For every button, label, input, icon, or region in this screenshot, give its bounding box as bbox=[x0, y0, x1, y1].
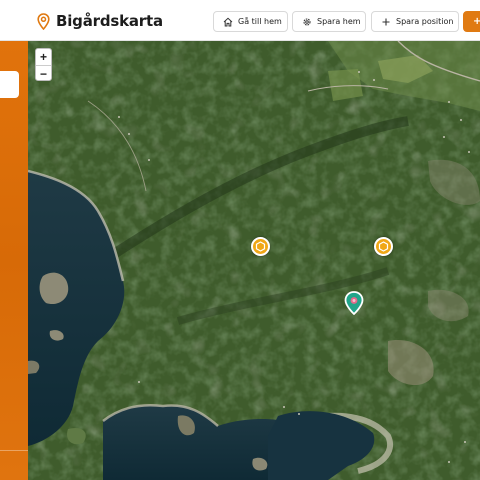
zoom-out-button[interactable]: − bbox=[36, 66, 51, 82]
home-pin-icon bbox=[344, 291, 364, 316]
home-icon bbox=[223, 17, 233, 26]
hive-marker[interactable] bbox=[374, 237, 393, 256]
gear-icon bbox=[303, 17, 311, 26]
go-home-label: Gå till hem bbox=[238, 17, 282, 26]
sidebar-divider bbox=[0, 450, 28, 451]
sidebar-panel: p bbox=[0, 41, 28, 480]
save-position-label: Spara position bbox=[396, 17, 454, 26]
hexagon-icon bbox=[255, 241, 266, 252]
satellite-imagery bbox=[28, 41, 480, 480]
location-pin-icon bbox=[37, 12, 50, 30]
zoom-in-button[interactable]: + bbox=[36, 49, 51, 65]
sidebar-input[interactable] bbox=[0, 71, 19, 98]
plus-icon bbox=[382, 18, 390, 25]
app-title: Bigårdskarta bbox=[56, 12, 163, 30]
save-home-label: Spara hem bbox=[317, 17, 361, 26]
home-marker[interactable] bbox=[344, 291, 364, 316]
go-home-button[interactable]: Gå till hem bbox=[213, 11, 288, 32]
zoom-control: + − bbox=[35, 48, 52, 81]
app-header: Bigårdskarta Gå till hem Spara hem Spara… bbox=[0, 0, 480, 41]
hive-marker[interactable] bbox=[251, 237, 270, 256]
add-button[interactable]: + bbox=[463, 11, 480, 32]
satellite-map[interactable]: + − bbox=[28, 41, 480, 480]
add-label: + bbox=[473, 16, 480, 27]
brand: Bigårdskarta bbox=[37, 11, 163, 31]
hexagon-icon bbox=[378, 241, 389, 252]
save-home-button[interactable]: Spara hem bbox=[292, 11, 366, 32]
save-position-button[interactable]: Spara position bbox=[371, 11, 459, 32]
